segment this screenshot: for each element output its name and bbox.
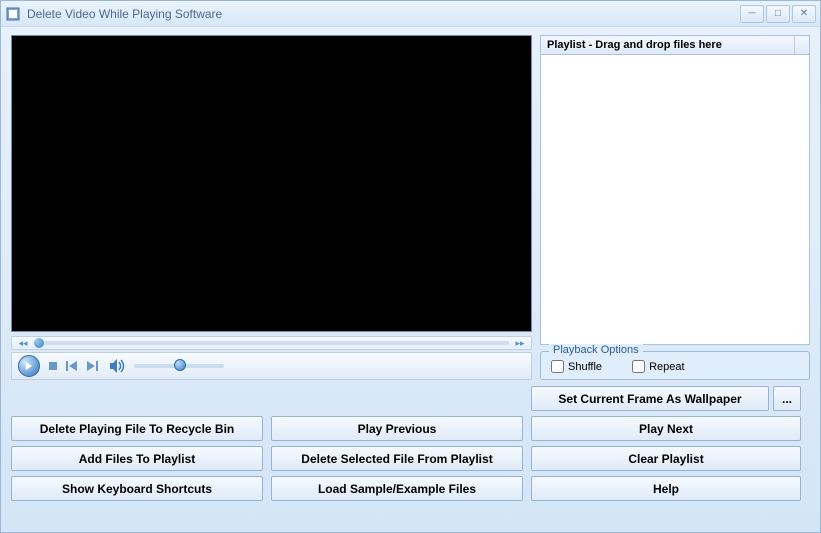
right-panel: Playlist - Drag and drop files here Play… [540, 35, 810, 380]
volume-slider[interactable] [134, 364, 224, 368]
video-panel: ◂◂ ▸▸ [11, 35, 532, 380]
window-controls: ─ □ ✕ [740, 5, 816, 23]
repeat-input[interactable] [632, 360, 645, 373]
play-next-button[interactable]: Play Next [531, 416, 801, 441]
prev-track-icon[interactable] [66, 361, 78, 371]
player-controls: ◂◂ ▸▸ [11, 336, 532, 380]
shuffle-checkbox[interactable]: Shuffle [551, 360, 602, 373]
browse-button[interactable]: ... [773, 386, 801, 411]
maximize-button[interactable]: □ [766, 5, 790, 23]
repeat-label: Repeat [649, 361, 684, 373]
close-button[interactable]: ✕ [792, 5, 816, 23]
playlist-header[interactable]: Playlist - Drag and drop files here [540, 35, 810, 55]
stop-icon[interactable] [48, 361, 58, 371]
content-area: ◂◂ ▸▸ [1, 27, 820, 532]
window-title: Delete Video While Playing Software [27, 7, 740, 21]
video-display[interactable] [11, 35, 532, 332]
help-button[interactable]: Help [531, 476, 801, 501]
seek-bar: ◂◂ ▸▸ [11, 336, 532, 350]
volume-icon[interactable] [110, 359, 126, 373]
transport-controls [11, 352, 532, 380]
minimize-button[interactable]: ─ [740, 5, 764, 23]
playback-options-legend: Playback Options [549, 344, 643, 356]
seek-forward-icon[interactable]: ▸▸ [513, 338, 527, 349]
titlebar: Delete Video While Playing Software ─ □ … [1, 1, 820, 27]
playlist-body[interactable] [540, 49, 810, 345]
clear-playlist-button[interactable]: Clear Playlist [531, 446, 801, 471]
seek-thumb[interactable] [34, 338, 44, 348]
shuffle-input[interactable] [551, 360, 564, 373]
app-window: Delete Video While Playing Software ─ □ … [0, 0, 821, 533]
show-shortcuts-button[interactable]: Show Keyboard Shortcuts [11, 476, 263, 501]
set-wallpaper-button[interactable]: Set Current Frame As Wallpaper [531, 386, 769, 411]
delete-playing-button[interactable]: Delete Playing File To Recycle Bin [11, 416, 263, 441]
volume-thumb[interactable] [174, 359, 186, 371]
delete-selected-button[interactable]: Delete Selected File From Playlist [271, 446, 523, 471]
playback-options-group: Playback Options Shuffle Repeat [540, 351, 810, 380]
load-sample-button[interactable]: Load Sample/Example Files [271, 476, 523, 501]
seek-back-icon[interactable]: ◂◂ [16, 338, 30, 349]
shuffle-label: Shuffle [568, 361, 602, 373]
next-track-icon[interactable] [86, 361, 98, 371]
play-previous-button[interactable]: Play Previous [271, 416, 523, 441]
repeat-checkbox[interactable]: Repeat [632, 360, 684, 373]
add-files-button[interactable]: Add Files To Playlist [11, 446, 263, 471]
play-button[interactable] [18, 355, 40, 377]
seek-track[interactable] [34, 341, 509, 345]
button-grid: Set Current Frame As Wallpaper ... Delet… [11, 386, 810, 522]
app-icon [5, 6, 21, 22]
